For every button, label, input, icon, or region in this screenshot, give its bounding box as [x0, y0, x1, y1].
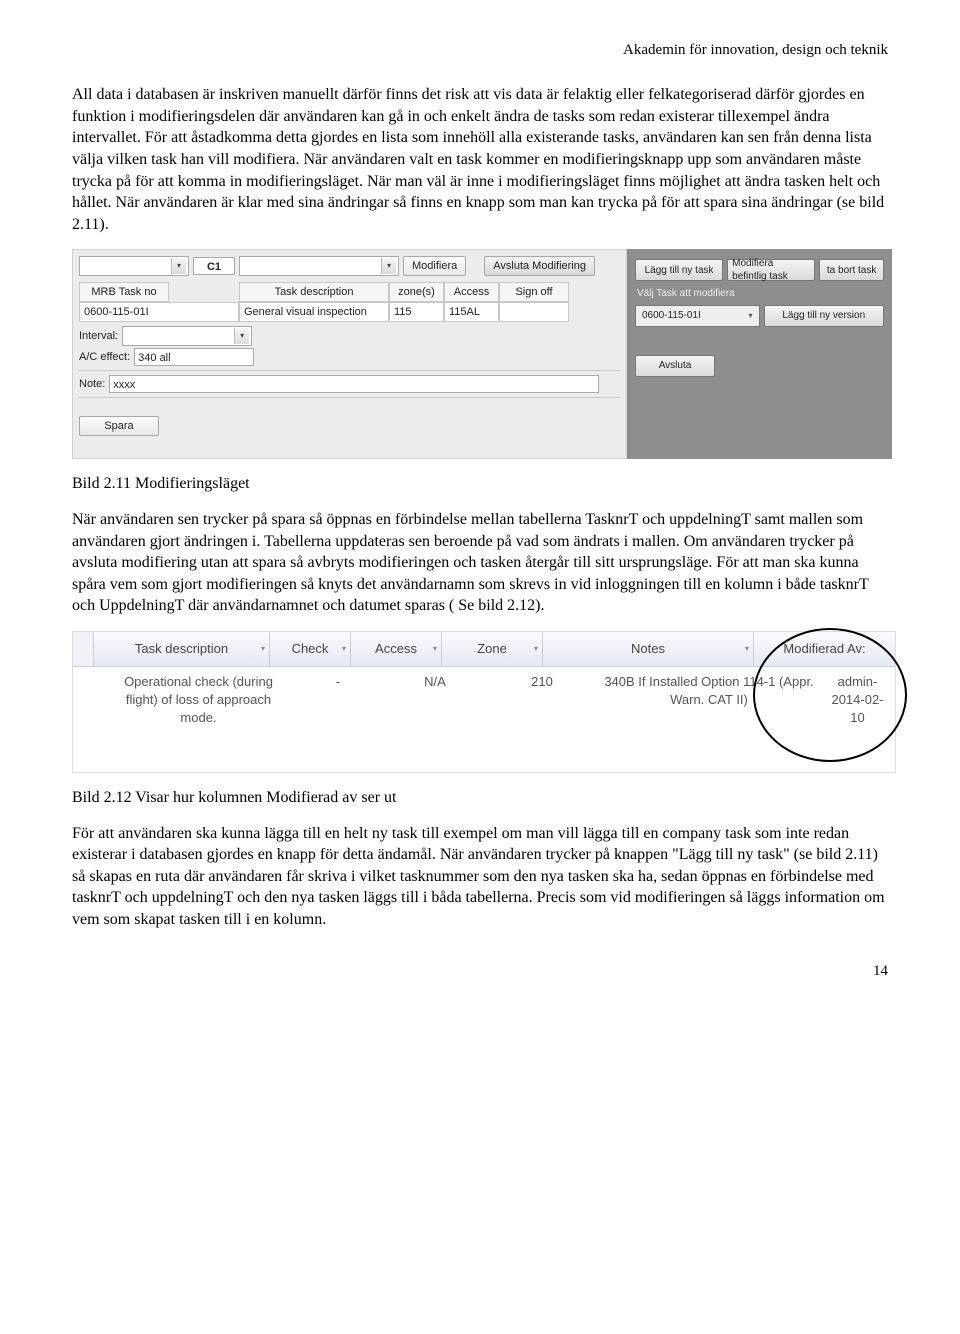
combo-empty-2[interactable]: ▾ [239, 256, 399, 276]
val2-zone: 210 [486, 673, 598, 728]
paragraph-1: All data i databasen är inskriven manuel… [72, 84, 888, 235]
val2-access: N/A [384, 673, 486, 728]
page-header: Akademin för innovation, design och tekn… [72, 40, 888, 60]
val2-desc: Operational check (during flight) of los… [105, 673, 292, 728]
col2-zone: Zone▾ [442, 632, 543, 666]
val-signoff[interactable] [499, 302, 569, 322]
screenshot-modification-ui: ▾ C1 ▾ Modifiera Avsluta Modifiering MRB… [72, 249, 892, 459]
col-signoff: Sign off [499, 282, 569, 302]
combo-empty-1[interactable]: ▾ [79, 256, 189, 276]
label-ac-effect: A/C effect: [79, 350, 130, 365]
screenshot-modified-by-column: Task description▾ Check▾ Access▾ Zone▾ N… [72, 631, 896, 773]
caption-2-12: Bild 2.12 Visar hur kolumnen Modifierad … [72, 787, 888, 809]
val2-check: - [292, 673, 384, 728]
label-choose-task: Välj Task att modifiera [637, 287, 884, 301]
paragraph-3: För att användaren ska kunna lägga till … [72, 823, 888, 931]
col-task-no: MRB Task no [79, 282, 169, 302]
val2-modified-by: admin-2014-02-10 [820, 673, 895, 728]
col2-check: Check▾ [270, 632, 351, 666]
cell-c1[interactable]: C1 [193, 257, 235, 275]
interval-combo[interactable]: ▾ [122, 326, 252, 346]
right-panel: Lägg till ny task Modifiera befintlig ta… [627, 249, 892, 459]
save-button[interactable]: Spara [79, 416, 159, 436]
label-interval: Interval: [79, 329, 118, 344]
val-access[interactable]: 115AL [444, 302, 499, 322]
task-select-combo[interactable]: 0600-115-01I▾ [635, 305, 760, 327]
val-task-desc[interactable]: General visual inspection [239, 302, 389, 322]
note-input[interactable]: xxxx [109, 375, 599, 393]
col2-access: Access▾ [351, 632, 442, 666]
page-number: 14 [72, 961, 888, 981]
label-note: Note: [79, 377, 105, 392]
end-modification-button[interactable]: Avsluta Modifiering [484, 256, 595, 276]
delete-task-button[interactable]: ta bort task [819, 259, 884, 281]
modify-button[interactable]: Modifiera [403, 256, 466, 276]
val2-notes: 340B If Installed Option 114-1 (Appr. Wa… [598, 673, 820, 728]
col-zone: zone(s) [389, 282, 444, 302]
col2-notes: Notes▾ [543, 632, 754, 666]
paragraph-2: När användaren sen trycker på spara så ö… [72, 509, 888, 617]
close-button[interactable]: Avsluta [635, 355, 715, 377]
modify-existing-button[interactable]: Modifiera befintlig task [727, 259, 815, 281]
col-access: Access [444, 282, 499, 302]
col2-desc: Task description▾ [94, 632, 270, 666]
val-zone[interactable]: 115 [389, 302, 444, 322]
col-task-desc: Task description [239, 282, 389, 302]
ac-effect-input[interactable]: 340 all [134, 348, 254, 366]
add-version-button[interactable]: Lägg till ny version [764, 305, 885, 327]
caption-2-11: Bild 2.11 Modifieringsläget [72, 473, 888, 495]
left-panel: ▾ C1 ▾ Modifiera Avsluta Modifiering MRB… [72, 249, 627, 459]
add-task-button[interactable]: Lägg till ny task [635, 259, 723, 281]
val-task-no[interactable]: 0600-115-01I [79, 302, 239, 322]
col2-modified-by: Modifierad Av: [754, 632, 895, 666]
